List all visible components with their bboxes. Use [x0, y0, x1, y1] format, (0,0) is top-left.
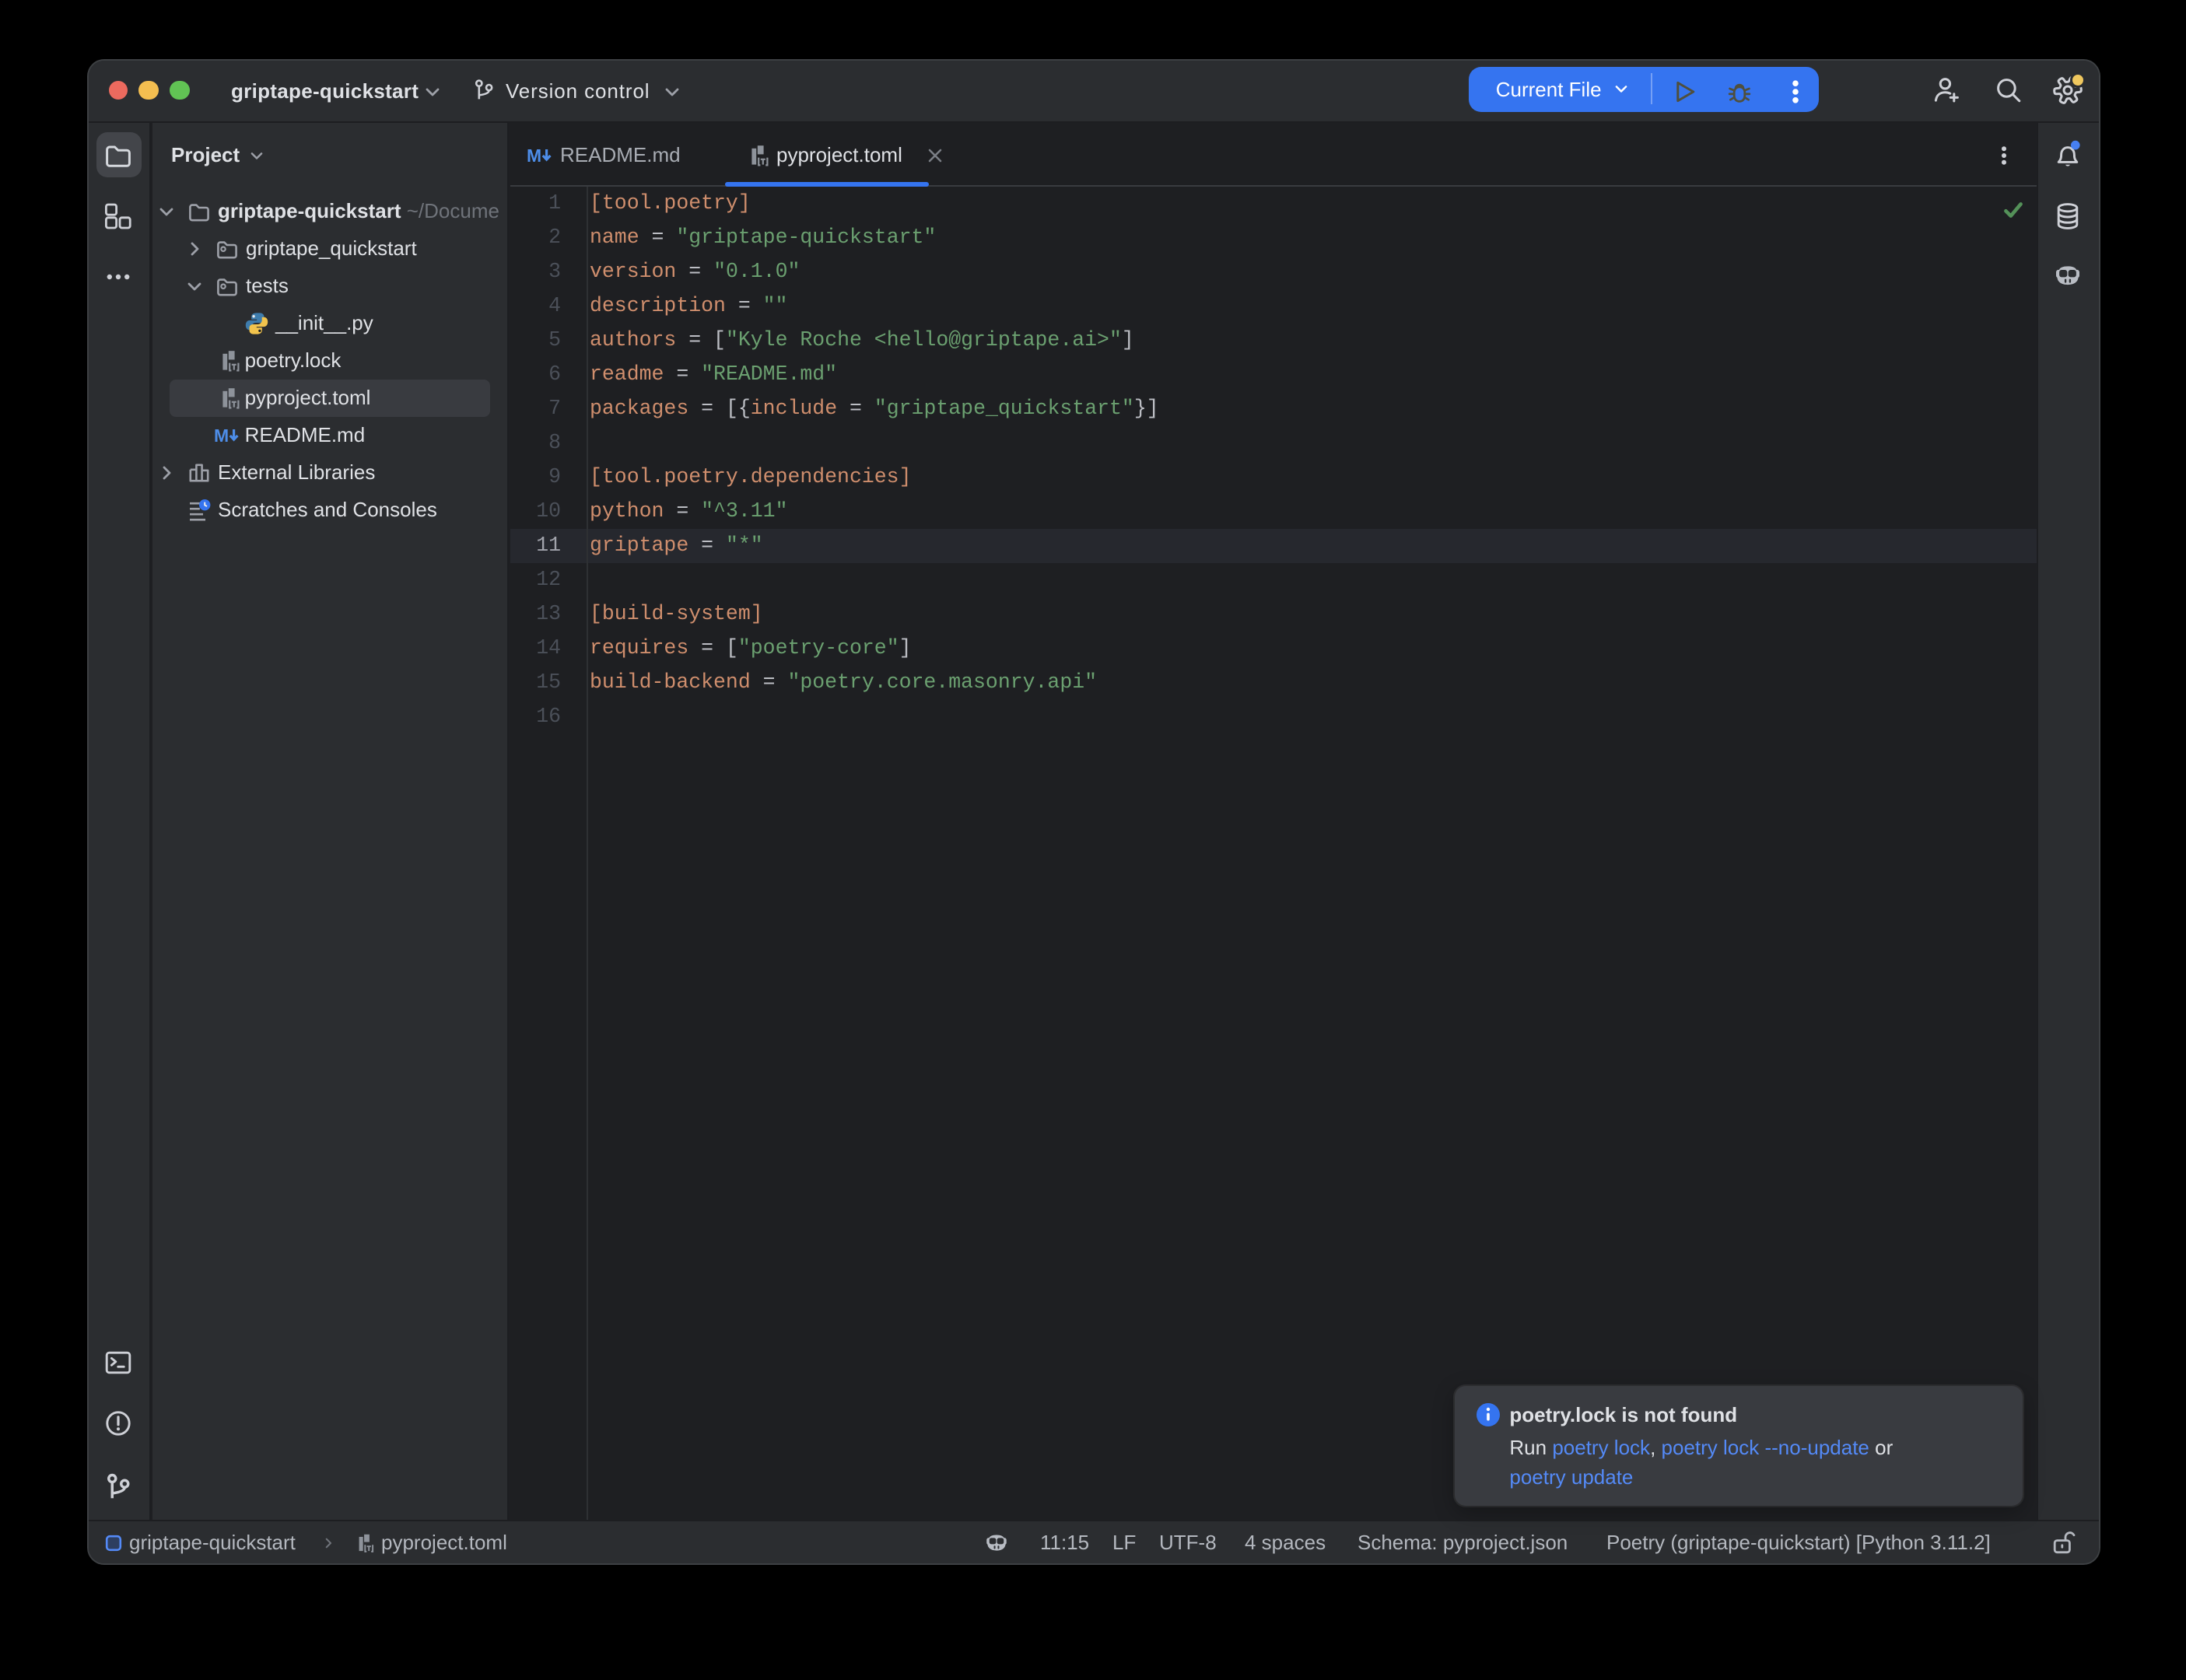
svg-text:M: M: [215, 425, 229, 446]
svg-text:M: M: [527, 145, 541, 166]
